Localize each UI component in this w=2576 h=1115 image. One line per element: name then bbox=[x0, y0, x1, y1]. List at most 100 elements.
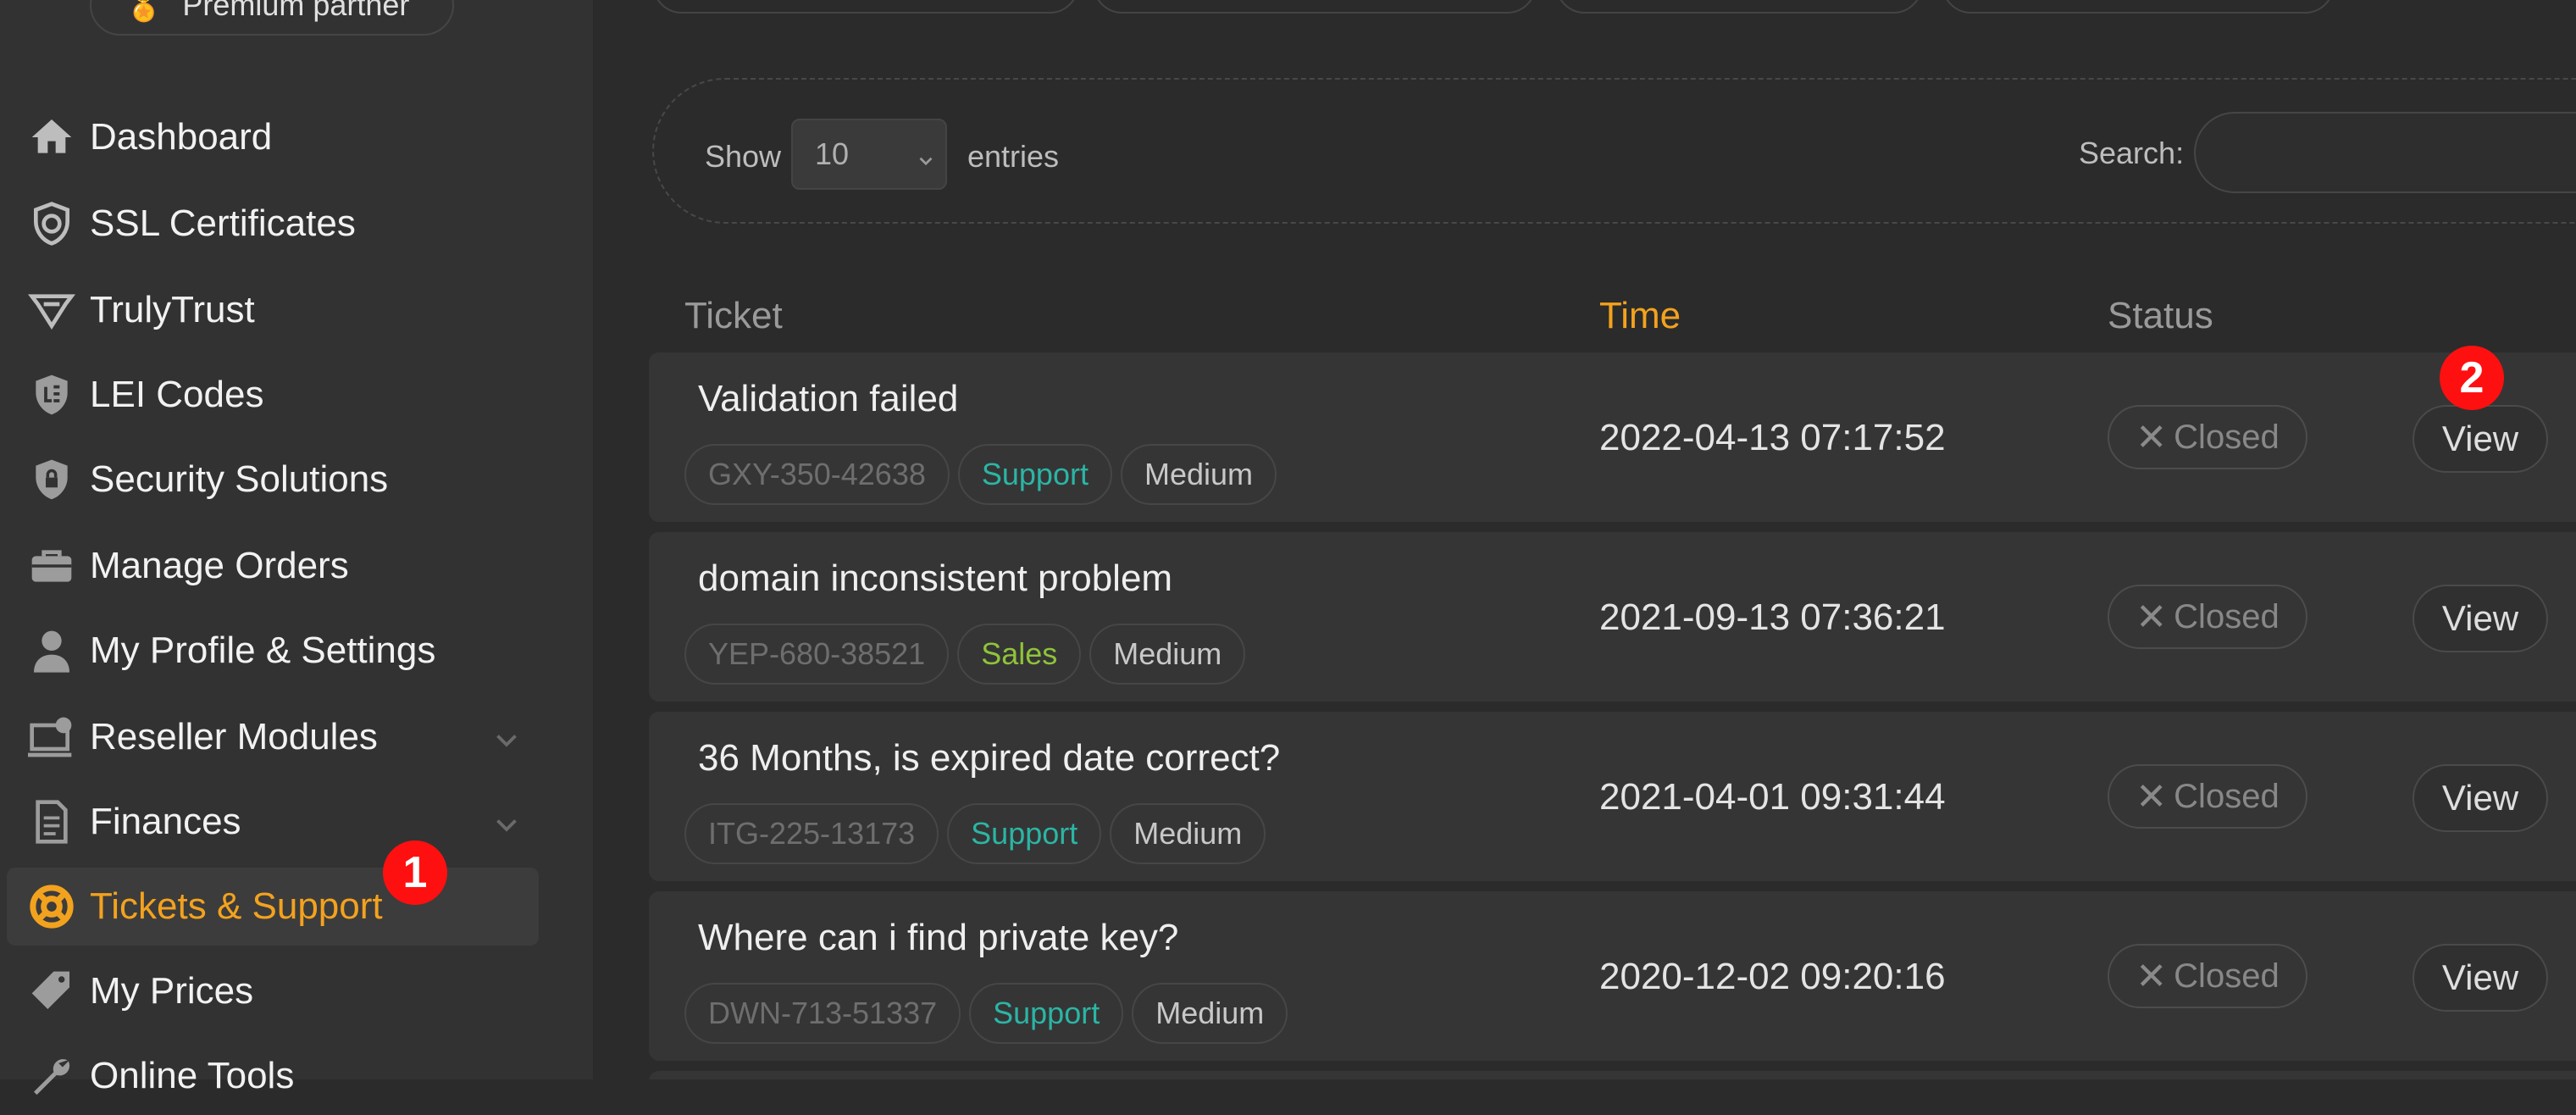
table-row: 36 Months, is expired date correct? ITG-… bbox=[649, 712, 2576, 881]
sidebar-item-lei-codes[interactable]: LEI Codes bbox=[7, 356, 539, 434]
search-label: Search: bbox=[2079, 136, 2185, 170]
view-button[interactable]: View bbox=[2413, 585, 2548, 652]
close-icon: ✕ bbox=[2136, 596, 2168, 638]
view-button[interactable]: View bbox=[2413, 944, 2548, 1012]
entries-per-page-select[interactable]: 10 bbox=[791, 119, 947, 190]
status-label: Closed bbox=[2174, 777, 2280, 815]
table-row: Validation failed GXY-350-42638 Support … bbox=[649, 352, 2576, 522]
show-label: Show bbox=[705, 139, 782, 174]
sidebar-item-reseller-modules[interactable]: Reseller Modules bbox=[7, 698, 539, 776]
chevron-down-icon bbox=[915, 144, 937, 166]
sidebar-item-manage-orders[interactable]: Manage Orders bbox=[7, 527, 539, 605]
ticket-code-badge: ITG-225-13173 bbox=[684, 803, 939, 864]
ticket-time: 2020-12-02 09:20:16 bbox=[1599, 956, 1946, 997]
wrench-icon bbox=[25, 1050, 78, 1102]
home-icon bbox=[25, 111, 78, 164]
status-label: Closed bbox=[2174, 597, 2280, 635]
annotation-marker-2: 2 bbox=[2440, 346, 2504, 410]
ticket-code-badge: GXY-350-42638 bbox=[684, 444, 950, 505]
sidebar-item-label: Dashboard bbox=[90, 116, 273, 158]
close-icon: ✕ bbox=[2136, 416, 2168, 458]
main-content: Show 10 entries Search: Ticket Time Stat… bbox=[593, 0, 2576, 1079]
view-button[interactable]: View bbox=[2413, 405, 2548, 473]
ticket-tags: GXY-350-42638 Support Medium bbox=[684, 444, 1277, 505]
priority-badge: Medium bbox=[1132, 983, 1288, 1044]
sidebar-item-label: SSL Certificates bbox=[90, 202, 356, 244]
ssl-shield-icon bbox=[25, 197, 78, 250]
sidebar-item-online-tools[interactable]: Online Tools bbox=[7, 1037, 539, 1115]
sidebar-item-my-prices[interactable]: My Prices bbox=[7, 952, 539, 1030]
ticket-time: 2021-04-01 09:31:44 bbox=[1599, 776, 1946, 818]
status-badge: ✕ Closed bbox=[2108, 764, 2307, 829]
status-badge: ✕ Closed bbox=[2108, 405, 2307, 469]
sidebar-item-label: Manage Orders bbox=[90, 545, 349, 586]
sidebar-item-security-solutions[interactable]: Security Solutions bbox=[7, 441, 539, 519]
chevron-down-icon[interactable] bbox=[491, 807, 522, 837]
status-badge: ✕ Closed bbox=[2108, 585, 2307, 649]
price-tag-icon bbox=[25, 965, 78, 1018]
ticket-time: 2021-09-13 07:36:21 bbox=[1599, 596, 1946, 638]
ticket-code-badge: YEP-680-38521 bbox=[684, 624, 950, 685]
close-icon: ✕ bbox=[2136, 955, 2168, 997]
department-badge: Support bbox=[947, 803, 1102, 864]
search-input[interactable] bbox=[2194, 112, 2576, 193]
ticket-time: 2022-04-13 07:17:52 bbox=[1599, 417, 1946, 458]
sidebar-item-label: Reseller Modules bbox=[90, 716, 378, 757]
modules-icon bbox=[25, 711, 78, 763]
ticket-title: 36 Months, is expired date correct? bbox=[698, 737, 1281, 779]
ticket-title: Where can i find private key? bbox=[698, 917, 1179, 958]
top-filter-pill[interactable] bbox=[1555, 0, 1923, 14]
column-header-time[interactable]: Time bbox=[1599, 295, 1681, 337]
table-row: Where can i find private key? DWN-713-51… bbox=[649, 891, 2576, 1061]
sidebar-item-finances[interactable]: Finances bbox=[7, 783, 539, 861]
priority-badge: Medium bbox=[1110, 803, 1266, 864]
department-badge: Support bbox=[969, 983, 1124, 1044]
sidebar-item-trulytrust[interactable]: TrulyTrust bbox=[7, 271, 539, 349]
top-filter-pill[interactable] bbox=[652, 0, 1079, 14]
lock-shield-icon bbox=[25, 453, 78, 506]
ticket-code-badge: DWN-713-51337 bbox=[684, 983, 961, 1044]
ticket-tags: DWN-713-51337 Support Medium bbox=[684, 983, 1288, 1044]
sidebar-item-label: Security Solutions bbox=[90, 458, 389, 500]
table-row bbox=[649, 1071, 2576, 1079]
top-filter-pill[interactable] bbox=[1942, 0, 2335, 14]
trulytrust-icon bbox=[25, 284, 78, 336]
chevron-down-icon[interactable] bbox=[491, 722, 522, 752]
status-badge: ✕ Closed bbox=[2108, 944, 2307, 1008]
document-icon bbox=[25, 796, 78, 848]
sidebar-item-label: Online Tools bbox=[90, 1055, 295, 1096]
sidebar-item-dashboard[interactable]: Dashboard bbox=[7, 98, 539, 176]
partner-badge-label: Premium partner bbox=[182, 0, 410, 22]
sidebar-item-ssl-certificates[interactable]: SSL Certificates bbox=[7, 185, 539, 263]
premium-partner-badge[interactable]: 🏅 Premium partner bbox=[90, 0, 454, 36]
annotation-marker-1: 1 bbox=[383, 840, 447, 905]
view-button[interactable]: View bbox=[2413, 764, 2548, 832]
top-filter-pill[interactable] bbox=[1093, 0, 1537, 14]
sidebar-item-my-profile-settings[interactable]: My Profile & Settings bbox=[7, 612, 539, 690]
priority-badge: Medium bbox=[1089, 624, 1246, 685]
department-badge: Support bbox=[957, 444, 1112, 505]
column-header-status[interactable]: Status bbox=[2108, 295, 2213, 337]
lei-shield-icon bbox=[25, 369, 78, 421]
user-icon bbox=[25, 624, 78, 677]
sidebar-item-label: LEI Codes bbox=[90, 374, 264, 415]
lifebuoy-icon bbox=[25, 880, 78, 933]
table-row: domain inconsistent problem YEP-680-3852… bbox=[649, 532, 2576, 702]
entries-label: entries bbox=[967, 139, 1060, 174]
department-badge: Sales bbox=[957, 624, 1082, 685]
sidebar: 🏅 Premium partner Dashboard SSL Certific… bbox=[0, 0, 594, 1096]
status-label: Closed bbox=[2174, 957, 2280, 995]
sidebar-item-tickets-support[interactable]: Tickets & Support bbox=[7, 868, 539, 946]
column-header-ticket[interactable]: Ticket bbox=[684, 295, 783, 337]
ticket-title: Validation failed bbox=[698, 378, 959, 419]
status-label: Closed bbox=[2174, 418, 2280, 456]
sidebar-item-label: My Profile & Settings bbox=[90, 630, 436, 671]
priority-badge: Medium bbox=[1120, 444, 1277, 505]
sidebar-item-label: TrulyTrust bbox=[90, 289, 255, 330]
sidebar-item-label: Tickets & Support bbox=[90, 885, 383, 927]
ticket-tags: ITG-225-13173 Support Medium bbox=[684, 803, 1266, 864]
entries-select-value: 10 bbox=[815, 136, 850, 171]
briefcase-icon bbox=[25, 540, 78, 592]
close-icon: ✕ bbox=[2136, 775, 2168, 818]
ticket-tags: YEP-680-38521 Sales Medium bbox=[684, 624, 1246, 685]
